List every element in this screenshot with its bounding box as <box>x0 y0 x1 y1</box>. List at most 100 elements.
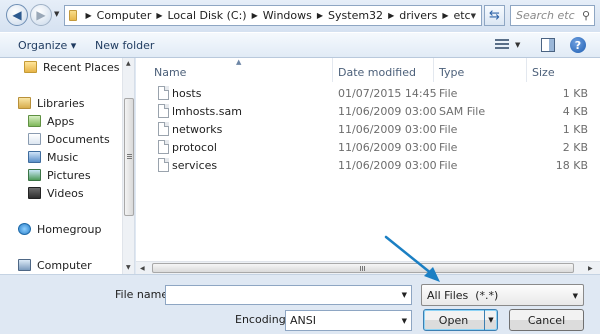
sidebar-item-pictures[interactable]: Pictures <box>28 167 91 183</box>
column-header-size[interactable]: Size <box>532 64 555 80</box>
column-header-type[interactable]: Type <box>439 64 464 80</box>
column-divider[interactable] <box>526 58 527 82</box>
refresh-icon: ⇆ <box>489 8 500 23</box>
forward-button[interactable]: ▶ <box>30 4 52 26</box>
search-box[interactable]: Search etc ⚲ <box>510 5 595 26</box>
scrollbar-thumb[interactable] <box>124 98 134 216</box>
sidebar-item-libraries[interactable]: Libraries <box>18 95 85 111</box>
file-date: 11/06/2009 03:00 <box>338 159 437 172</box>
sidebar-item-label: Libraries <box>37 96 85 110</box>
column-header-name[interactable]: Name <box>154 64 186 80</box>
file-size: 1 KB <box>562 87 588 100</box>
refresh-button[interactable]: ⇆ <box>484 5 505 26</box>
breadcrumb-drivers[interactable]: drivers <box>399 9 437 22</box>
file-name-label: File name: <box>115 288 172 301</box>
chevron-down-icon[interactable]: ▼ <box>402 317 407 325</box>
file-name-field[interactable]: ▼ <box>165 285 412 305</box>
recent-places-icon <box>24 61 37 73</box>
grip-line <box>360 266 361 271</box>
chevron-down-icon[interactable]: ▼ <box>573 292 578 300</box>
encoding-value: ANSI <box>290 314 316 327</box>
encoding-select[interactable]: ANSI ▼ <box>285 310 412 331</box>
open-button[interactable]: Open ▼ <box>423 309 498 331</box>
scroll-right-icon[interactable]: ▶ <box>588 265 593 272</box>
chevron-right-icon[interactable]: ▶ <box>388 11 394 20</box>
table-row[interactable]: networks 11/06/2009 03:00 File 1 KB <box>136 121 600 139</box>
chevron-right-icon[interactable]: ▶ <box>156 11 162 20</box>
help-icon[interactable]: ? <box>570 37 586 53</box>
search-icon[interactable]: ⚲ <box>578 9 594 22</box>
organize-button[interactable]: Organize ▾ <box>18 39 76 52</box>
new-folder-button[interactable]: New folder <box>95 39 154 52</box>
file-type: SAM File <box>439 105 486 118</box>
search-input[interactable]: Search etc <box>516 9 578 22</box>
cancel-button[interactable]: Cancel <box>509 309 584 331</box>
address-toolbar: ◀ ▶ ▼ ▶ Computer ▶ Local Disk (C:) ▶ Win… <box>0 0 600 32</box>
breadcrumb-etc[interactable]: etc <box>453 9 470 22</box>
sidebar-item-recent-places[interactable]: Recent Places <box>24 59 120 75</box>
sidebar-item-documents[interactable]: Documents <box>28 131 110 147</box>
sidebar-item-label: Documents <box>47 132 110 146</box>
grip-line <box>362 266 363 271</box>
table-row[interactable]: lmhosts.sam 11/06/2009 03:00 SAM File 4 … <box>136 103 600 121</box>
pictures-icon <box>28 169 41 181</box>
chevron-right-icon[interactable]: ▶ <box>317 11 323 20</box>
file-name: lmhosts.sam <box>172 105 242 118</box>
preview-pane-icon[interactable] <box>541 38 555 52</box>
table-row[interactable]: services 11/06/2009 03:00 File 18 KB <box>136 157 600 175</box>
table-row[interactable]: protocol 11/06/2009 03:00 File 2 KB <box>136 139 600 157</box>
music-icon <box>28 151 41 163</box>
table-row[interactable]: hosts 01/07/2015 14:45 File 1 KB <box>136 85 600 103</box>
sidebar-item-apps[interactable]: Apps <box>28 113 74 129</box>
chevron-right-icon[interactable]: ▶ <box>86 11 92 20</box>
computer-icon <box>18 259 31 271</box>
sidebar-item-videos[interactable]: Videos <box>28 185 84 201</box>
file-name: networks <box>172 123 223 136</box>
file-icon <box>158 158 169 172</box>
horizontal-scrollbar[interactable]: ◀ ▶ <box>136 261 600 274</box>
libraries-icon <box>18 97 31 109</box>
breadcrumb-local-disk[interactable]: Local Disk (C:) <box>168 9 247 22</box>
scroll-down-icon[interactable]: ▼ <box>126 264 131 271</box>
sidebar-item-label: Pictures <box>47 168 91 182</box>
scroll-up-icon[interactable]: ▲ <box>126 60 131 67</box>
file-name: services <box>172 159 218 172</box>
open-options-dropdown-icon[interactable]: ▼ <box>484 310 497 330</box>
back-button[interactable]: ◀ <box>6 4 28 26</box>
address-bar[interactable]: ▶ Computer ▶ Local Disk (C:) ▶ Windows ▶… <box>64 5 482 26</box>
file-size: 4 KB <box>562 105 588 118</box>
grip-line <box>127 158 132 159</box>
grip-line <box>127 154 132 155</box>
view-options-dropdown-icon[interactable]: ▼ <box>515 41 520 49</box>
sidebar-item-homegroup[interactable]: Homegroup <box>18 221 101 237</box>
chevron-right-icon[interactable]: ▶ <box>442 11 448 20</box>
column-divider[interactable] <box>332 58 333 82</box>
sidebar-item-computer[interactable]: Computer <box>18 257 92 273</box>
sidebar-item-music[interactable]: Music <box>28 149 78 165</box>
navigation-pane: Recent Places Libraries Apps Documents M… <box>0 58 135 274</box>
file-type-select[interactable]: All Files (*.*) ▼ <box>421 284 584 306</box>
grip-line <box>364 266 365 271</box>
forward-arrow-icon: ▶ <box>36 8 46 22</box>
address-dropdown-icon[interactable]: ▼ <box>471 12 476 20</box>
breadcrumb-computer[interactable]: Computer <box>97 9 152 22</box>
breadcrumb-system32[interactable]: System32 <box>328 9 383 22</box>
recent-locations-dropdown[interactable]: ▼ <box>54 10 59 18</box>
file-size: 18 KB <box>555 159 588 172</box>
column-header-date[interactable]: Date modified <box>338 64 416 80</box>
column-divider[interactable] <box>433 58 434 82</box>
scroll-left-icon[interactable]: ◀ <box>140 265 145 272</box>
chevron-down-icon[interactable]: ▼ <box>402 291 407 299</box>
file-date: 11/06/2009 03:00 <box>338 141 437 154</box>
open-button-label: Open <box>438 313 469 327</box>
breadcrumb-windows[interactable]: Windows <box>263 9 312 22</box>
change-view-icon[interactable] <box>495 39 509 51</box>
file-icon <box>158 86 169 100</box>
navigation-scrollbar[interactable]: ▲ ▼ <box>122 58 134 274</box>
file-type: File <box>439 87 458 100</box>
encoding-label: Encoding: <box>235 313 290 326</box>
file-date: 11/06/2009 03:00 <box>338 105 437 118</box>
scrollbar-thumb[interactable] <box>152 263 574 273</box>
folder-icon <box>69 10 77 21</box>
chevron-right-icon[interactable]: ▶ <box>252 11 258 20</box>
